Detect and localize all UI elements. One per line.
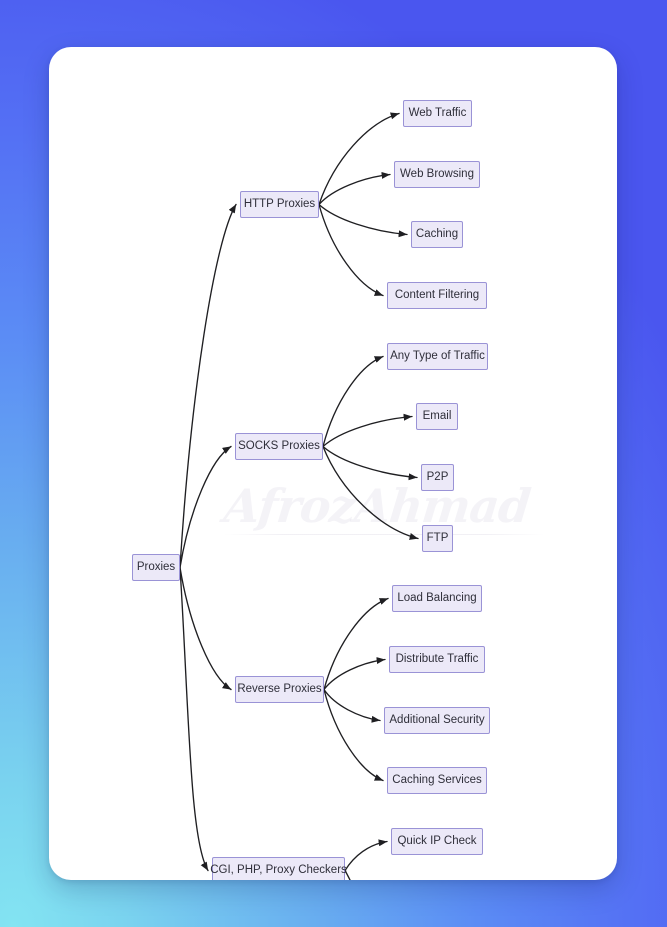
mindmap-node-cgi[interactable]: CGI, PHP, Proxy Checkers bbox=[210, 857, 347, 880]
edge-socks-to-ftp bbox=[322, 445, 419, 540]
node-label: Caching Services bbox=[392, 773, 482, 786]
edge-socks-to-any-traffic bbox=[322, 355, 384, 448]
edge-reverse-to-caching-services bbox=[323, 688, 384, 782]
mindmap-node-web-browsing[interactable]: Web Browsing bbox=[394, 161, 480, 188]
node-label: Email bbox=[422, 409, 452, 422]
node-label: CGI, PHP, Proxy Checkers bbox=[210, 863, 347, 876]
node-label: P2P bbox=[426, 470, 449, 483]
node-label: HTTP Proxies bbox=[243, 197, 316, 210]
mindmap-node-any-traffic[interactable]: Any Type of Traffic bbox=[387, 343, 488, 370]
node-label: Web Traffic bbox=[408, 106, 467, 119]
node-label: Content Filtering bbox=[394, 288, 480, 301]
mindmap-node-additional-security[interactable]: Additional Security bbox=[384, 707, 490, 734]
mindmap-node-p2p[interactable]: P2P bbox=[421, 464, 454, 491]
node-label: Distribute Traffic bbox=[395, 652, 479, 665]
edge-proxies-to-cgi bbox=[179, 566, 209, 872]
edge-http-to-caching bbox=[318, 203, 408, 238]
edge-cgi-to-quick-ip-check bbox=[344, 839, 388, 872]
mindmap-node-ftp[interactable]: FTP bbox=[422, 525, 453, 552]
mindmap-node-load-balancing[interactable]: Load Balancing bbox=[392, 585, 482, 612]
mindmap-node-content-filtering[interactable]: Content Filtering bbox=[387, 282, 487, 309]
mindmap-node-email[interactable]: Email bbox=[416, 403, 458, 430]
mindmap-node-reverse[interactable]: Reverse Proxies bbox=[235, 676, 324, 703]
node-label: Caching bbox=[415, 227, 459, 240]
diagram-canvas: AfrozAhmad Proxies HTTP Proxies SOCKS Prox… bbox=[0, 0, 667, 927]
mindmap-node-caching-services[interactable]: Caching Services bbox=[387, 767, 487, 794]
node-label: Web Browsing bbox=[400, 167, 474, 180]
edge-http-to-content-filtering bbox=[318, 203, 384, 297]
edge-socks-to-email bbox=[322, 413, 413, 448]
mindmap-node-http[interactable]: HTTP Proxies bbox=[240, 191, 319, 218]
mindmap-node-web-traffic[interactable]: Web Traffic bbox=[403, 100, 472, 127]
node-label: Proxies bbox=[136, 560, 176, 573]
node-label: SOCKS Proxies bbox=[238, 439, 320, 452]
edge-cgi-to-not-prolonged bbox=[344, 869, 351, 880]
node-label: Load Balancing bbox=[397, 591, 477, 604]
edge-proxies-to-reverse bbox=[179, 566, 232, 691]
mindmap-node-distribute-traffic[interactable]: Distribute Traffic bbox=[389, 646, 485, 673]
node-label: Additional Security bbox=[389, 713, 485, 726]
node-label: Quick IP Check bbox=[397, 834, 477, 847]
node-label: Any Type of Traffic bbox=[390, 349, 485, 362]
mindmap-node-caching[interactable]: Caching bbox=[411, 221, 463, 248]
mindmap-node-quick-ip-check[interactable]: Quick IP Check bbox=[391, 828, 483, 855]
mindmap-edges bbox=[179, 112, 419, 880]
edge-http-to-web-traffic bbox=[318, 112, 400, 206]
edge-reverse-to-load-balancing bbox=[323, 597, 389, 691]
edge-proxies-to-http bbox=[179, 203, 237, 569]
node-label: FTP bbox=[426, 531, 449, 544]
mindmap-card: AfrozAhmad Proxies HTTP Proxies SOCKS Prox… bbox=[49, 47, 617, 880]
node-label: Reverse Proxies bbox=[237, 682, 322, 695]
mindmap-node-proxies[interactable]: Proxies bbox=[132, 554, 180, 581]
mindmap-node-socks[interactable]: SOCKS Proxies bbox=[235, 433, 323, 460]
